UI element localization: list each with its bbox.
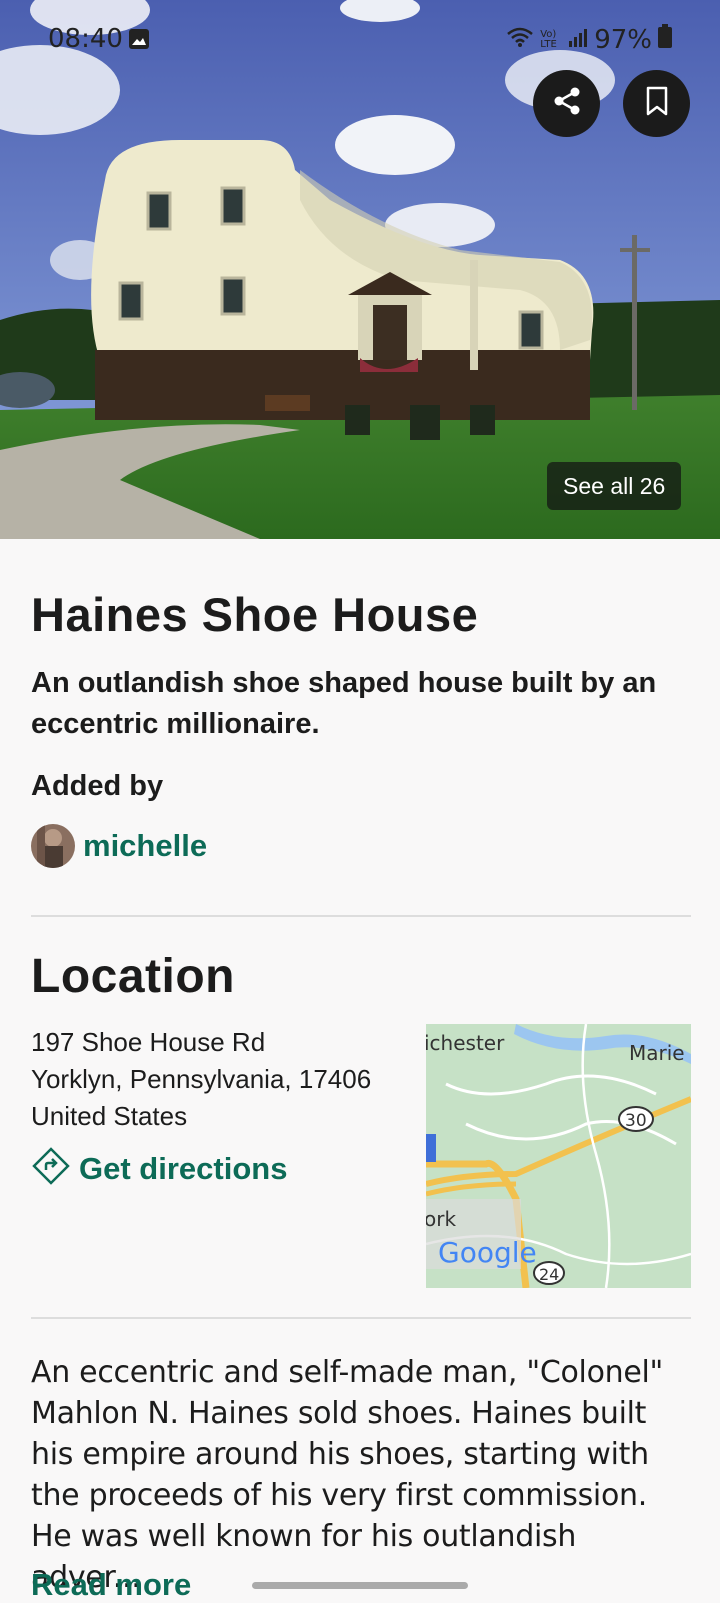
status-icons: Vo) LTE 97%	[506, 24, 672, 55]
map-label-city-top: ichester	[426, 1031, 505, 1055]
address-line-2: Yorklyn, Pennsylvania, 17406	[31, 1064, 372, 1094]
map-label-city-right: Marie	[629, 1041, 685, 1065]
place-title: Haines Shoe House	[31, 588, 479, 641]
map-label-city-left: ork	[426, 1207, 456, 1231]
username[interactable]: michelle	[83, 828, 207, 864]
wifi-icon	[506, 25, 534, 55]
map-image: ichester Marie 30 ork Google 24	[426, 1024, 691, 1288]
volte-icon: Vo) LTE	[540, 28, 557, 50]
see-all-photos-button[interactable]: See all 26	[547, 462, 682, 510]
address-line-3: United States	[31, 1101, 188, 1131]
map-route-30: 30	[625, 1111, 647, 1131]
bookmark-button[interactable]	[623, 70, 690, 137]
description-text: An eccentric and self-made man, "Colonel…	[31, 1355, 664, 1595]
share-button[interactable]	[533, 70, 600, 137]
user-link[interactable]: michelle	[31, 824, 207, 868]
address-line-1: 197 Shoe House Rd	[31, 1027, 266, 1057]
get-directions-link[interactable]: Get directions	[31, 1146, 287, 1191]
added-by-label: Added by	[31, 770, 164, 802]
shoe-house-photo	[0, 0, 720, 539]
directions-label: Get directions	[79, 1150, 288, 1186]
address: 197 Shoe House Rd Yorklyn, Pennsylvania,…	[31, 1024, 371, 1135]
directions-icon	[31, 1146, 71, 1191]
google-logo: Google	[438, 1236, 537, 1269]
share-icon	[551, 85, 583, 122]
location-map[interactable]: ichester Marie 30 ork Google 24	[426, 1024, 691, 1288]
battery-icon	[658, 24, 672, 55]
place-subtitle: An outlandish shoe shaped house built by…	[31, 667, 657, 740]
location-heading: Location	[31, 950, 235, 1003]
read-more-link[interactable]: Read more	[31, 1567, 191, 1603]
hero-photo[interactable]: 08:40 Vo) LTE 97% See all 26	[0, 0, 720, 539]
map-route-24: 24	[539, 1265, 559, 1284]
divider	[31, 915, 691, 917]
divider	[31, 1317, 691, 1319]
home-indicator[interactable]	[252, 1582, 468, 1589]
signal-icon	[568, 25, 588, 55]
avatar	[31, 824, 75, 868]
status-bar: 08:40 Vo) LTE 97%	[0, 0, 720, 80]
gallery-notification-icon	[128, 28, 150, 55]
battery-percent: 97%	[594, 24, 652, 55]
status-time: 08:40	[48, 24, 123, 54]
bookmark-icon	[645, 86, 669, 121]
